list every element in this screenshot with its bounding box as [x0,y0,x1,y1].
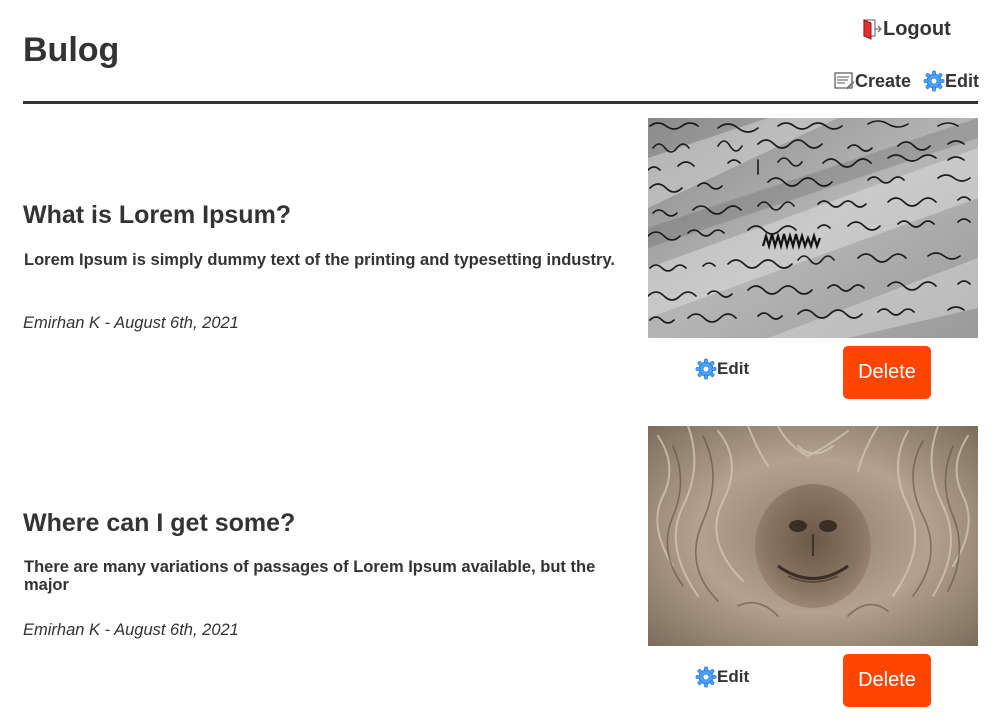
post-card: Where can I get some? There are many var… [23,426,978,716]
post-summary: There are many variations of passages of… [24,558,596,594]
site-header: Bulog Logout Create Edit [23,0,979,104]
post-text: What is Lorem Ipsum? Lorem Ipsum is simp… [23,118,638,338]
post-image-alpaca [648,426,978,646]
delete-button[interactable]: Delete [843,654,931,707]
post-image-handwriting [648,118,978,338]
header-edit-link[interactable]: Edit [923,70,979,92]
site-title: Bulog [23,31,120,69]
gear-icon [695,358,717,380]
header-edit-label: Edit [945,70,979,91]
post-edit-label: Edit [717,359,750,378]
delete-button[interactable]: Delete [843,346,931,399]
create-post-icon [833,70,855,92]
post-edit-label: Edit [717,667,750,686]
post-text: Where can I get some? There are many var… [23,426,638,646]
post-edit-link[interactable]: Edit [695,358,749,380]
post-title[interactable]: What is Lorem Ipsum? [23,200,291,230]
create-label: Create [855,70,912,91]
post-edit-link[interactable]: Edit [695,666,749,688]
gear-icon [695,666,717,688]
logout-link[interactable]: Logout [861,17,951,41]
create-link[interactable]: Create [833,70,911,92]
post-meta: Emirhan K - August 6th, 2021 [23,314,239,332]
post-card: What is Lorem Ipsum? Lorem Ipsum is simp… [23,118,978,408]
post-summary: Lorem Ipsum is simply dummy text of the … [24,251,616,269]
post-meta: Emirhan K - August 6th, 2021 [23,621,239,639]
gear-icon [923,70,945,92]
post-title[interactable]: Where can I get some? [23,508,295,538]
logout-icon [861,17,883,41]
logout-label: Logout [883,17,951,40]
